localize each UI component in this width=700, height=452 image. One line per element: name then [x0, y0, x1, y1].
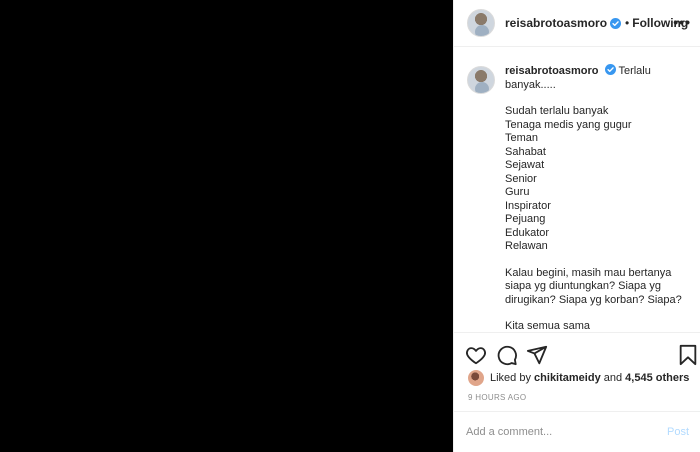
likes-summary: Liked by chikitameidy and 4,545 others — [468, 370, 689, 386]
caption-line: Edukator — [505, 226, 550, 239]
post-header: reisabrotoasmoro • Following ••• — [454, 0, 700, 47]
verified-icon — [610, 17, 622, 29]
verified-icon — [604, 64, 616, 75]
caption-line: Guru — [505, 186, 530, 198]
bookmark-icon[interactable] — [677, 344, 699, 366]
caption-line: Sahabat — [505, 145, 546, 158]
header-avatar[interactable] — [467, 9, 495, 37]
liker-avatar[interactable] — [468, 370, 484, 386]
comment-bar: Post — [454, 411, 700, 452]
likes-prefix: Liked by — [490, 372, 531, 384]
caption-line: Sudah terlalu banyak — [505, 105, 609, 117]
caption-line: Senior — [505, 172, 537, 185]
header-separator: • — [625, 16, 630, 30]
comment-icon[interactable] — [496, 344, 518, 366]
post-button[interactable]: Post — [667, 426, 689, 438]
likes-others-link[interactable]: 4,545 others — [625, 372, 689, 384]
caption-last-line: Kita semua sama — [505, 320, 590, 332]
caption-avatar[interactable] — [467, 66, 495, 94]
caption-line: Inspirator — [505, 199, 551, 212]
caption-paragraph: Kalau begini, masih mau bertanya siapa y… — [505, 266, 682, 306]
post-side-panel: reisabrotoasmoro • Following ••• reisabr… — [453, 0, 700, 452]
header-username[interactable]: reisabrotoasmoro — [505, 16, 607, 30]
caption-line: Teman — [505, 132, 539, 144]
caption-line: Sejawat — [505, 159, 545, 171]
post-timestamp[interactable]: 9 HOURS AGO — [468, 393, 526, 402]
share-icon[interactable] — [526, 344, 548, 366]
likes-and: and — [603, 372, 623, 384]
caption-line: Relawan — [505, 240, 548, 252]
heart-icon[interactable] — [465, 344, 487, 366]
action-bar — [454, 332, 700, 372]
post-media[interactable] — [0, 0, 453, 452]
liker-username[interactable]: chikitameidy — [534, 372, 601, 384]
caption-text: reisabrotoasmoro Terlalu banyak..... Sud… — [505, 64, 685, 332]
more-options-icon[interactable]: ••• — [673, 14, 691, 30]
caption-line: Tenaga medis yang gugur — [505, 118, 632, 131]
caption-line: Pejuang — [505, 213, 546, 225]
caption-area: reisabrotoasmoro Terlalu banyak..... Sud… — [454, 48, 700, 332]
comment-input[interactable] — [466, 426, 667, 438]
caption-username[interactable]: reisabrotoasmoro — [505, 65, 599, 77]
